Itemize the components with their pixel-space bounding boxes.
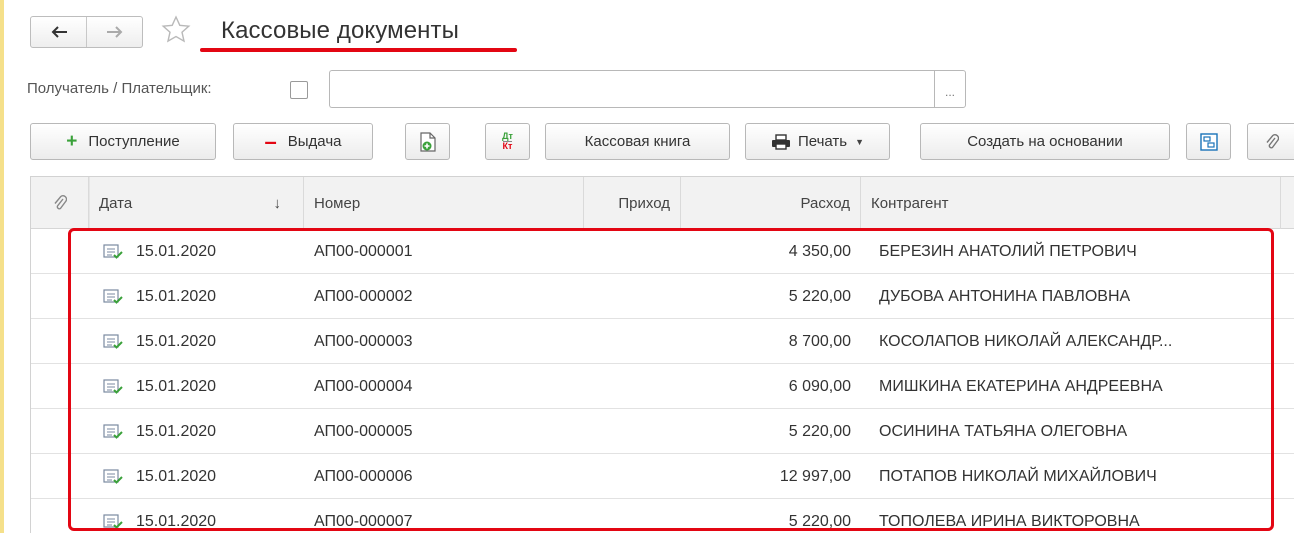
star-icon[interactable] — [160, 14, 192, 46]
printer-icon — [771, 133, 790, 150]
paperclip-icon — [53, 195, 67, 210]
arrow-left-icon — [51, 26, 67, 38]
column-income-label: Приход — [618, 194, 670, 212]
issue-button-label: Выдача — [287, 133, 342, 150]
structure-button[interactable] — [1186, 123, 1231, 160]
receipt-button[interactable]: + Поступление — [30, 123, 216, 160]
column-expense-label: Расход — [800, 194, 850, 212]
title-highlight-underline — [200, 48, 517, 52]
column-attach[interactable] — [31, 177, 89, 229]
print-button-label: Печать — [797, 133, 848, 150]
table-header: Дата ↓ Номер Приход Расход Контрагент — [31, 177, 1294, 229]
page-title: Кассовые документы — [221, 17, 459, 44]
back-button[interactable] — [31, 17, 86, 47]
column-expense[interactable]: Расход — [681, 177, 861, 229]
column-number[interactable]: Номер — [304, 177, 584, 229]
attachments-button[interactable] — [1247, 123, 1294, 160]
column-date-label: Дата — [99, 194, 133, 212]
dt-kt-button[interactable]: Дт Кт — [485, 123, 530, 160]
selection-highlight-frame — [68, 228, 1274, 531]
chevron-down-icon: ▼ — [855, 136, 865, 147]
issue-button[interactable]: – Выдача — [233, 123, 373, 160]
filter-checkbox[interactable] — [290, 81, 308, 99]
sort-down-icon: ↓ — [273, 194, 282, 212]
create-based-on-button[interactable]: Создать на основании — [920, 123, 1170, 160]
document-structure-icon — [1199, 132, 1218, 151]
column-counterparty[interactable]: Контрагент — [861, 177, 1281, 229]
dt-label: Дт — [502, 131, 513, 141]
add-document-icon — [419, 131, 436, 152]
navigation-buttons — [30, 16, 143, 48]
forward-button[interactable] — [86, 17, 142, 47]
receipt-button-label: Поступление — [88, 133, 180, 150]
window-left-accent — [0, 0, 4, 533]
cash-book-button[interactable]: Кассовая книга — [545, 123, 730, 160]
cash-book-button-label: Кассовая книга — [584, 133, 691, 150]
counterparty-filter-input[interactable] — [329, 70, 934, 108]
dt-kt-icon: Дт Кт — [502, 132, 513, 151]
create-based-on-label: Создать на основании — [967, 133, 1123, 150]
paperclip-icon — [1266, 133, 1279, 148]
column-income[interactable]: Приход — [584, 177, 681, 229]
arrow-right-icon — [106, 26, 122, 38]
column-number-label: Номер — [314, 194, 361, 212]
filter-select-button[interactable]: ... — [934, 70, 966, 108]
filter-label: Получатель / Плательщик: — [27, 80, 212, 97]
kt-label: Кт — [502, 141, 513, 151]
column-date[interactable]: Дата ↓ — [89, 177, 304, 229]
print-button[interactable]: Печать ▼ — [745, 123, 890, 160]
minus-icon: – — [264, 128, 277, 154]
column-counterparty-label: Контрагент — [871, 194, 949, 212]
plus-icon: + — [66, 130, 78, 152]
add-document-button[interactable] — [405, 123, 450, 160]
